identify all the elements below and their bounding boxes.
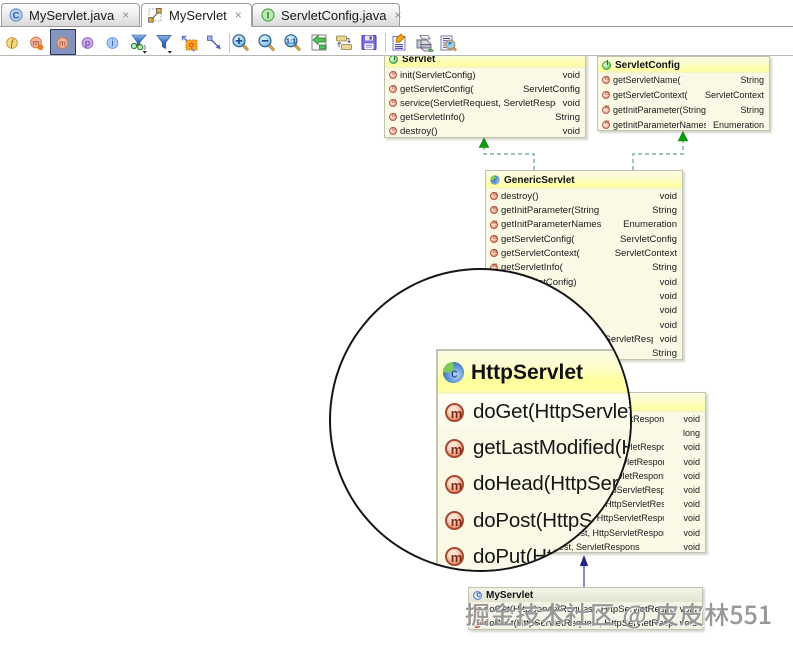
svg-text:C: C: [13, 10, 20, 21]
svg-text:p: p: [85, 38, 90, 48]
svg-text:1:1: 1:1: [286, 39, 296, 46]
svg-text:I: I: [267, 10, 270, 21]
svg-text:i: i: [112, 38, 114, 48]
svg-text:m: m: [59, 39, 66, 48]
svg-text:c: c: [451, 367, 457, 381]
